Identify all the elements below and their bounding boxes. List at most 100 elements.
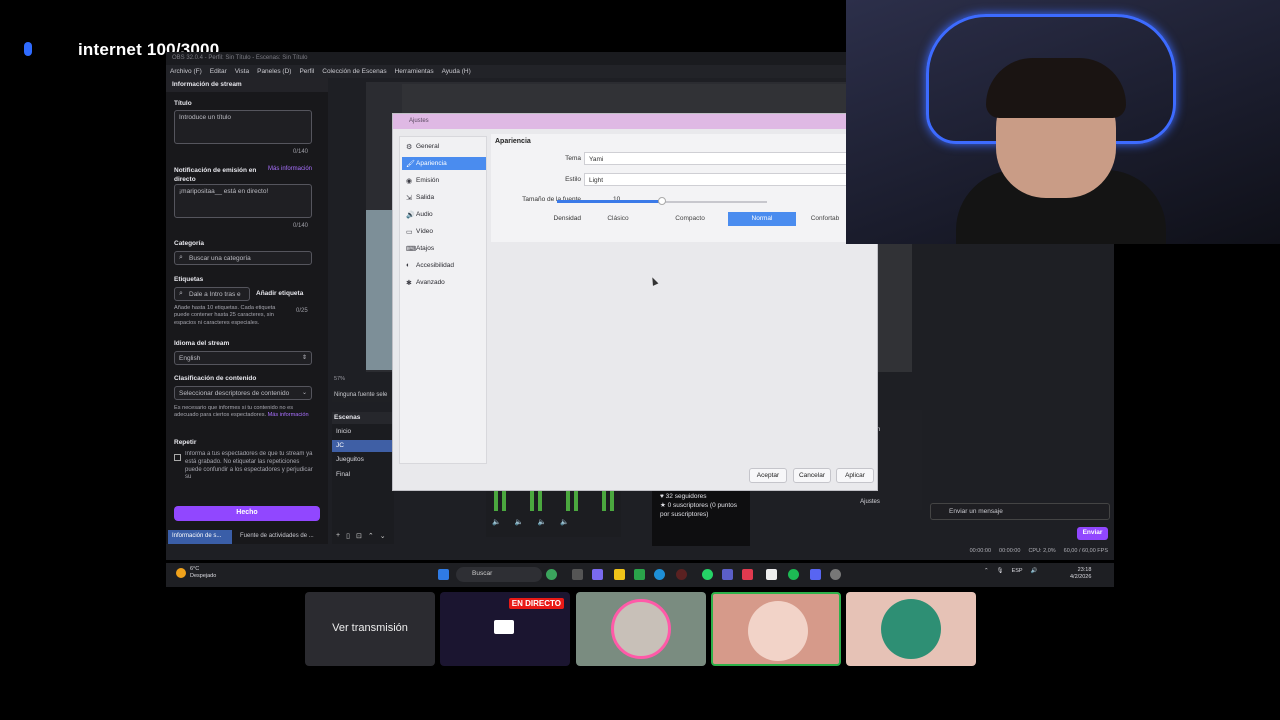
add-tag-button[interactable]: Añadir etiqueta <box>256 290 303 297</box>
participant-thumbnail[interactable] <box>846 592 976 666</box>
nav-general[interactable]: ⚙ General <box>402 140 486 153</box>
scene-item[interactable]: Inicio <box>332 426 394 438</box>
nav-emision[interactable]: ◉ Emisión <box>402 174 486 187</box>
menu-perfil[interactable]: Perfil <box>299 68 314 75</box>
down-icon[interactable]: ⌄ <box>380 532 386 540</box>
volume-icon[interactable]: 🔈 <box>515 518 524 528</box>
density-compacto[interactable]: Compacto <box>656 212 724 226</box>
volume-icon[interactable]: 🔊 <box>1031 568 1038 574</box>
audio-meter <box>494 489 498 511</box>
weather-widget[interactable]: 6°C Despejado <box>190 566 216 580</box>
menu-editar[interactable]: Editar <box>210 68 227 75</box>
store-icon[interactable] <box>766 569 777 580</box>
menu-herramientas[interactable]: Herramientas <box>395 68 434 75</box>
participant-thumbnail[interactable] <box>576 592 706 666</box>
whatsapp-icon[interactable] <box>702 569 713 580</box>
font-size-slider-fill <box>557 200 662 203</box>
nav-atajos[interactable]: ⌨ Atajos <box>402 242 486 255</box>
nav-video[interactable]: ▭ Vídeo <box>402 225 486 238</box>
scene-item[interactable]: Final <box>332 469 394 481</box>
advanced-icon: ✱ <box>406 280 412 287</box>
nav-salida[interactable]: ⇲ Salida <box>402 191 486 204</box>
font-size-slider-handle[interactable] <box>658 197 666 205</box>
category-input[interactable]: ⌕ Buscar una categoría <box>174 251 312 265</box>
audio-meter <box>538 489 542 511</box>
section-title: Apariencia <box>495 138 531 145</box>
apply-button[interactable]: Aplicar <box>836 468 874 483</box>
volume-icon[interactable]: 🔈 <box>537 518 546 528</box>
title-input[interactable]: Introduce un título <box>174 110 312 144</box>
app-icon[interactable] <box>830 569 841 580</box>
tab-stream-info[interactable]: Información de s... <box>168 530 232 544</box>
content-select[interactable]: Seleccionar descriptores de contenido ⌄ <box>174 386 312 400</box>
windows-start-icon[interactable] <box>438 569 449 580</box>
folder-icon[interactable] <box>614 569 625 580</box>
edge-icon[interactable] <box>654 569 665 580</box>
density-clasico[interactable]: Clásico <box>584 212 652 226</box>
microphone-icon[interactable]: 🎙 <box>997 568 1004 574</box>
tab-activity-feed[interactable]: Fuente de actividades de ... <box>236 530 326 544</box>
theme-select[interactable]: Yami <box>584 152 879 165</box>
notif-label: Notificación de emisión en directo <box>174 167 257 184</box>
xbox-icon[interactable] <box>634 569 645 580</box>
nav-apariencia[interactable]: 🖌 Apariencia <box>402 157 486 170</box>
menu-paneles[interactable]: Paneles (D) <box>257 68 291 75</box>
menu-archivo[interactable]: Archivo (F) <box>170 68 202 75</box>
menu-ayuda[interactable]: Ayuda (H) <box>442 68 471 75</box>
add-icon[interactable]: + <box>336 532 340 540</box>
view-stream-button[interactable]: Ver transmisión <box>305 592 435 666</box>
repeat-checkbox[interactable] <box>174 454 181 461</box>
style-label: Estilo <box>565 176 581 183</box>
language-select[interactable]: English ⇕ <box>174 351 312 365</box>
chevron-up-icon[interactable]: ⌃ <box>984 568 989 574</box>
notif-input[interactable]: ¡maripositaa__ está en directo! <box>174 184 312 218</box>
settings-icon[interactable]: ⊡ <box>356 532 362 540</box>
taskbar-clock[interactable]: 23:18 4/2/2026 <box>1070 567 1091 581</box>
status-bar: 00:00:00 00:00:00 CPU: 2,0% 60,00 / 60,0… <box>920 548 1112 558</box>
send-button[interactable]: Enviar <box>1077 527 1108 540</box>
density-normal[interactable]: Normal <box>728 212 796 226</box>
spotify-icon[interactable] <box>788 569 799 580</box>
copilot-icon[interactable] <box>592 569 603 580</box>
scene-item[interactable]: Jueguitos <box>332 454 394 466</box>
taskbar-search[interactable]: Buscar <box>456 567 542 582</box>
menu-vista[interactable]: Vista <box>235 68 249 75</box>
streamer-hair <box>986 58 1126 118</box>
content-more-link[interactable]: Más información <box>268 412 309 418</box>
dialog-title: Ajustes <box>393 114 879 129</box>
control-ajustes[interactable]: Ajustes <box>820 496 920 508</box>
chat-input[interactable]: Enviar un mensaje <box>930 503 1110 520</box>
volume-icon[interactable]: 🔈 <box>492 518 501 528</box>
done-button[interactable]: Hecho <box>174 506 320 521</box>
scene-item-selected[interactable]: JC <box>332 440 394 452</box>
trash-icon[interactable]: ▯ <box>346 532 350 540</box>
cpu-usage: CPU: 2,0% <box>1028 548 1056 554</box>
volume-icon[interactable]: 🔈 <box>560 518 569 528</box>
density-confortable[interactable]: Confortab <box>800 212 850 226</box>
audio-meter <box>530 489 534 511</box>
tags-count: 0/25 <box>296 308 308 314</box>
chevron-down-icon: ⌄ <box>301 390 307 396</box>
nav-avanzado[interactable]: ✱ Avanzado <box>402 276 486 289</box>
input-language[interactable]: ESP <box>1012 568 1023 574</box>
nav-accesibilidad[interactable]: ◐ Accesibilidad <box>402 259 486 272</box>
menu-coleccion[interactable]: Colección de Escenas <box>322 68 386 75</box>
style-select[interactable]: Light <box>584 173 879 186</box>
teams-icon[interactable] <box>722 569 733 580</box>
app-icon[interactable] <box>546 569 557 580</box>
music-icon[interactable] <box>742 569 753 580</box>
notif-more-link[interactable]: Más información <box>268 166 318 174</box>
broadcast-icon: ◉ <box>406 178 413 185</box>
accept-button[interactable]: Aceptar <box>749 468 787 483</box>
tags-input[interactable]: ⌕ Dale a Intro tras e <box>174 287 250 301</box>
obs-icon[interactable] <box>676 569 687 580</box>
live-thumbnail[interactable]: EN DIRECTO <box>440 592 570 666</box>
scenes-panel: Escenas Inicio JC Jueguitos Final + ▯ ⊡ … <box>332 412 394 544</box>
nav-audio[interactable]: 🔊 Audio <box>402 208 486 221</box>
discord-icon[interactable] <box>810 569 821 580</box>
cancel-button[interactable]: Cancelar <box>793 468 831 483</box>
up-icon[interactable]: ⌃ <box>368 532 374 540</box>
avatar <box>881 599 941 659</box>
task-view-icon[interactable] <box>572 569 583 580</box>
participant-thumbnail-selected[interactable] <box>711 592 841 666</box>
